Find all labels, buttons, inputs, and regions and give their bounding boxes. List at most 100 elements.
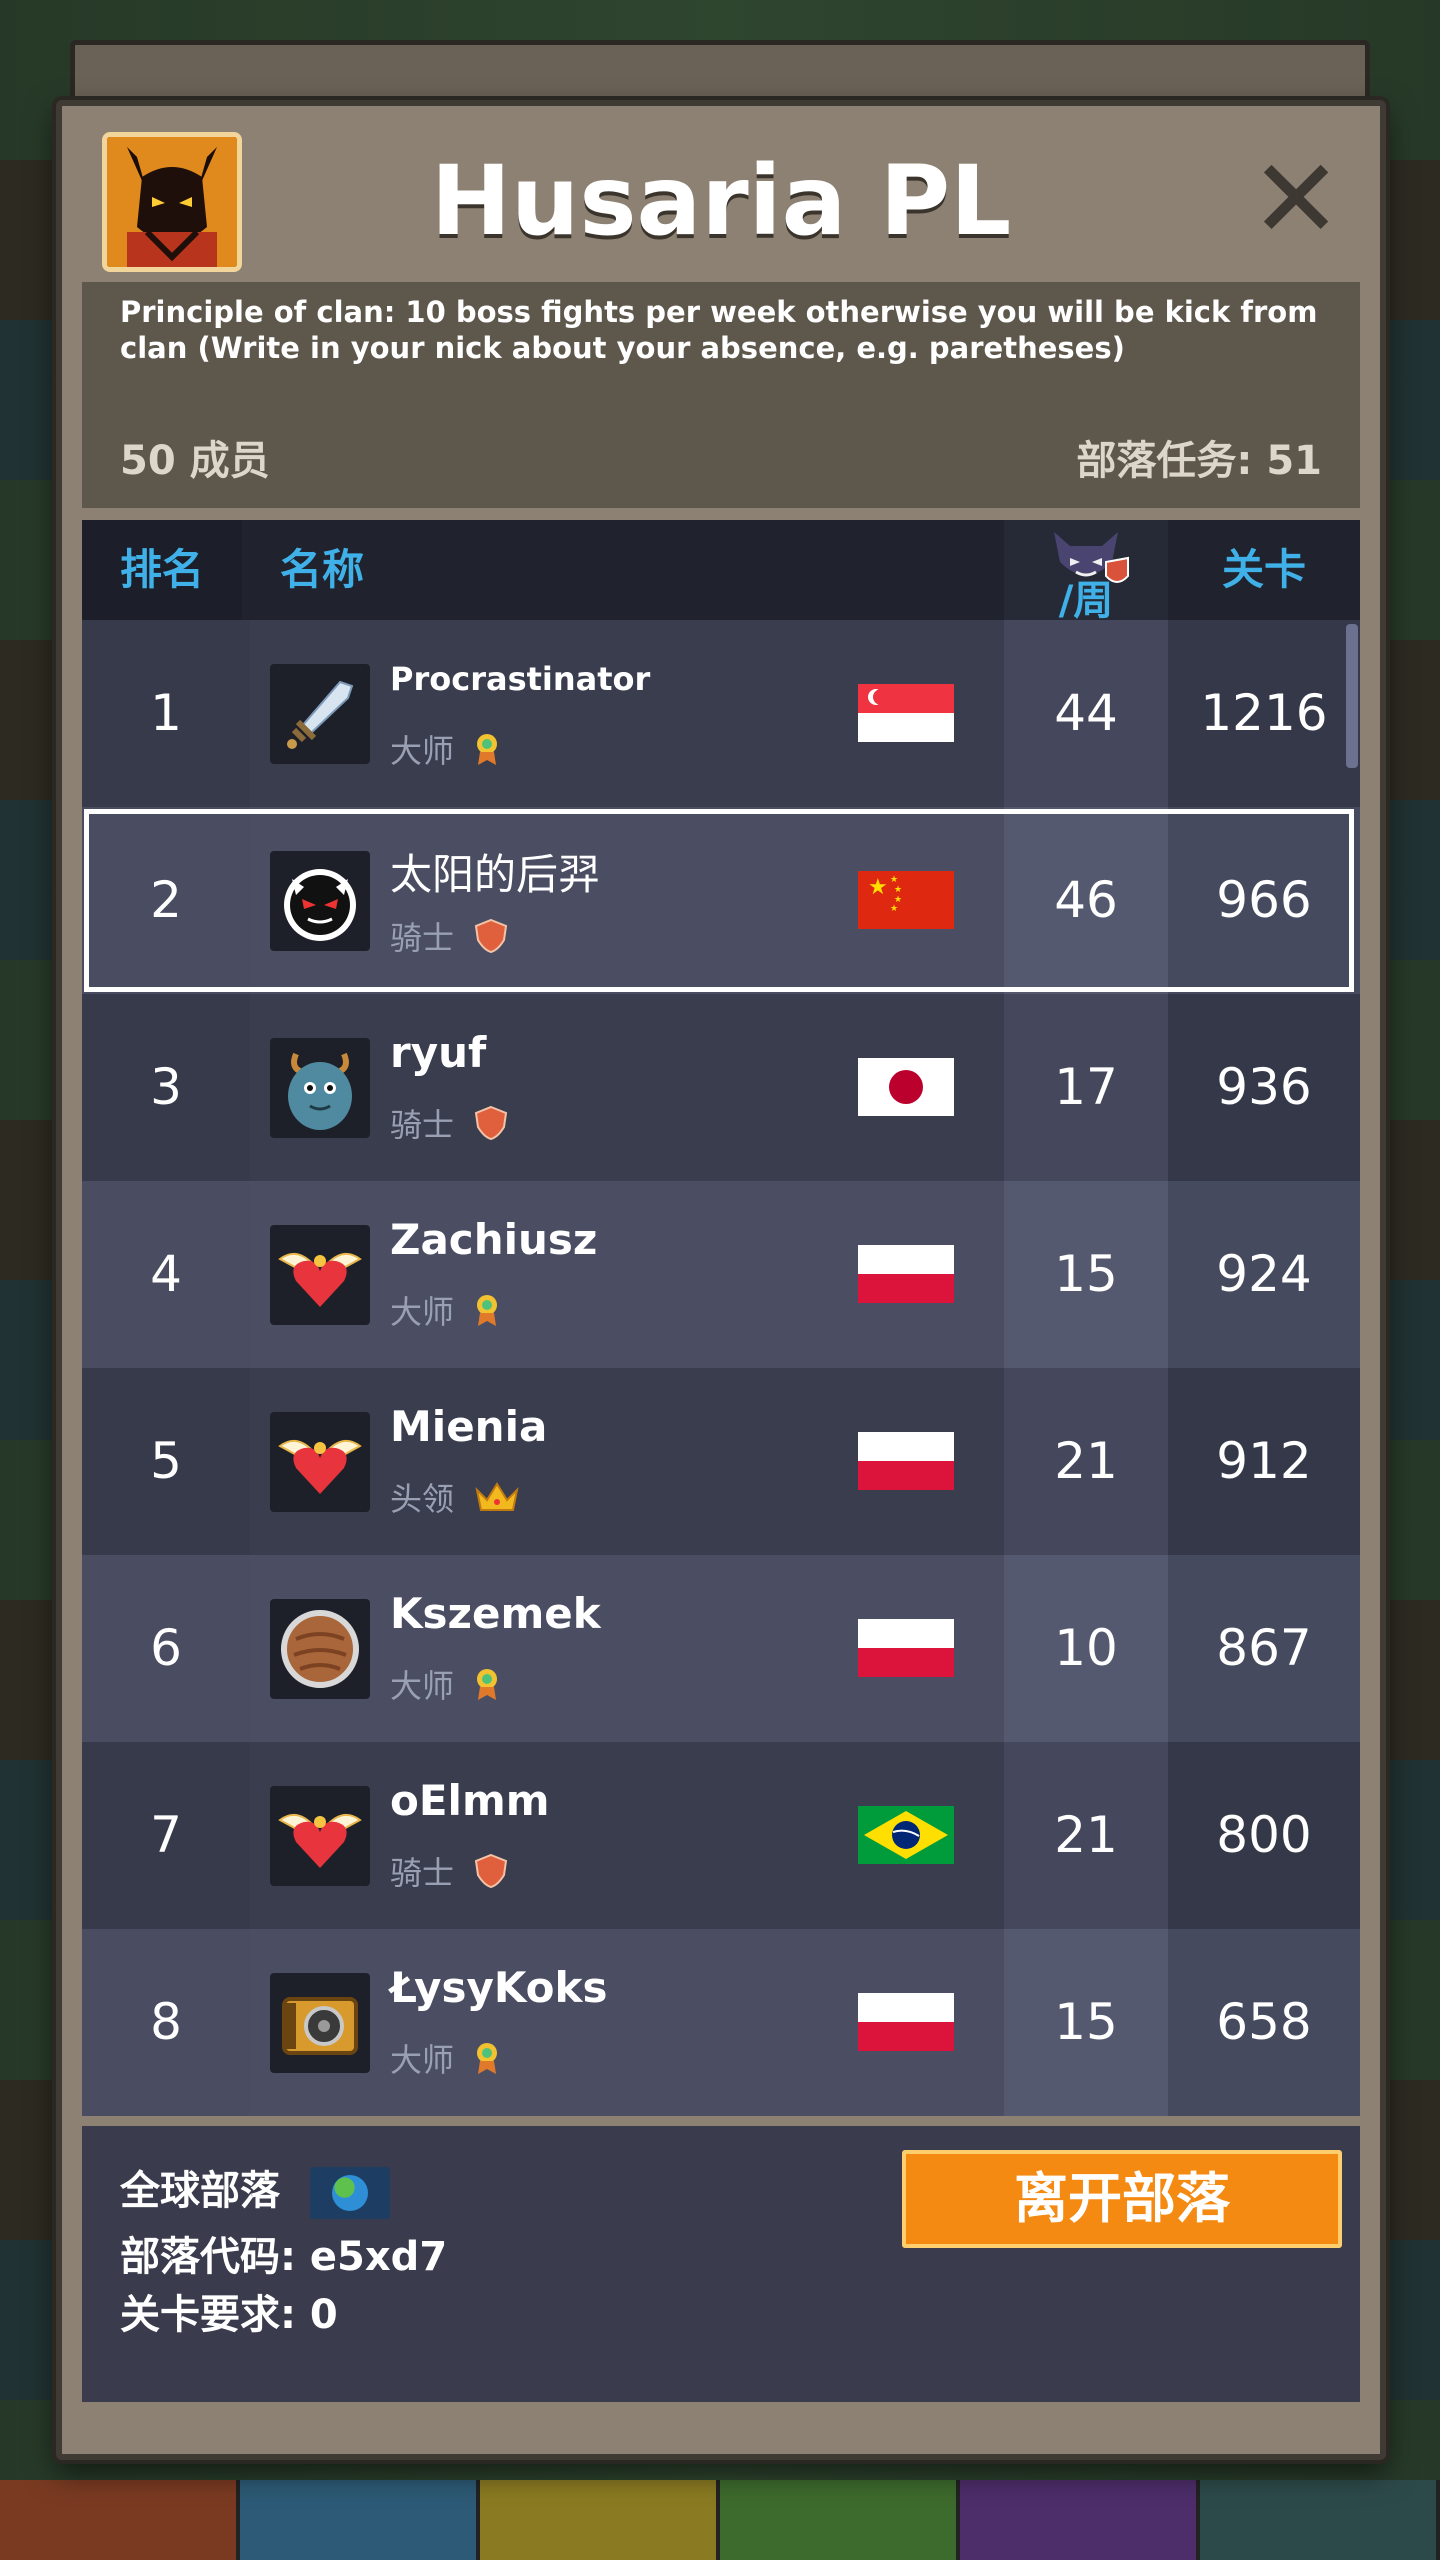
devil-face-avatar-icon: [270, 851, 370, 951]
clan-description: Principle of clan: 10 boss fights per we…: [120, 295, 1318, 365]
level-value: 924: [1216, 1245, 1312, 1303]
winged-heart-avatar-icon: [270, 1412, 370, 1512]
weekly-boss-count: 17: [1054, 1058, 1118, 1116]
header-weekly-boss[interactable]: /周: [1004, 520, 1168, 624]
rank-number: 7: [150, 1806, 182, 1864]
table-row[interactable]: 4 Zachiusz 大师 15 924: [82, 1181, 1360, 1368]
player-name: Procrastinator: [390, 660, 651, 698]
role-label: 骑士: [390, 919, 455, 957]
player-role: 大师: [390, 1287, 500, 1335]
shield-icon: [474, 1853, 508, 1897]
header-name[interactable]: 名称: [242, 520, 984, 620]
role-label: 大师: [390, 1293, 455, 1331]
bottom-tab-3[interactable]: [480, 2480, 720, 2560]
table-row[interactable]: 1 Procrastinator 大师 44 1216: [82, 620, 1360, 807]
leave-clan-button[interactable]: 离开部落: [902, 2150, 1342, 2248]
player-role: 大师: [390, 726, 500, 774]
china-flag-icon: ★ ★ ★ ★ ★: [858, 871, 954, 929]
round-shield-avatar-icon: [270, 1599, 370, 1699]
demon-emblem-icon: [107, 137, 237, 267]
rank-number: 4: [150, 1245, 182, 1303]
player-name: oElmm: [390, 1776, 550, 1825]
player-name: Mienia: [390, 1402, 548, 1451]
level-value: 912: [1216, 1432, 1312, 1490]
table-row-selected[interactable]: 2 太阳的后羿 骑士 ★ ★ ★ ★ ★ 46 966: [82, 807, 1360, 994]
level-value: 936: [1216, 1058, 1312, 1116]
singapore-flag-icon: [858, 684, 954, 742]
role-label: 大师: [390, 732, 455, 770]
header-week-label: /周: [1058, 578, 1114, 624]
rank-number: 3: [150, 1058, 182, 1116]
player-name: ŁysyKoks: [390, 1963, 608, 2012]
global-clan-label: 全球部落: [120, 2168, 280, 2214]
role-label: 大师: [390, 1667, 455, 1705]
bottom-tab-5[interactable]: [960, 2480, 1200, 2560]
treasure-chest-avatar-icon: [270, 1973, 370, 2073]
weekly-boss-count: 46: [1054, 871, 1118, 929]
clan-footer: 全球部落 部落代码: e5xd7 关卡要求: 0 离开部落: [82, 2126, 1360, 2402]
player-role: 头领: [390, 1474, 520, 1522]
player-role: 骑士: [390, 1100, 508, 1149]
header-rank[interactable]: 排名: [82, 520, 242, 620]
poland-flag-icon: [858, 1619, 954, 1677]
bottom-tab-2[interactable]: [240, 2480, 480, 2560]
player-name: 太阳的后羿: [390, 850, 601, 899]
level-value: 800: [1216, 1806, 1312, 1864]
bottom-tab-6[interactable]: [1200, 2480, 1440, 2560]
global-clan-row: 全球部落: [120, 2158, 390, 2219]
player-role: 大师: [390, 1661, 500, 1709]
level-value: 867: [1216, 1619, 1312, 1677]
winged-heart-avatar-icon: [270, 1225, 370, 1325]
level-value: 966: [1216, 871, 1312, 929]
role-label: 头领: [390, 1480, 455, 1518]
rank-number: 2: [150, 871, 182, 929]
globe-icon: [309, 2167, 390, 2219]
scrollbar[interactable]: [1346, 624, 1358, 768]
shield-icon: [474, 918, 508, 962]
medal-icon: [474, 732, 500, 774]
brazil-flag-icon: [858, 1806, 954, 1864]
role-label: 骑士: [390, 1106, 455, 1144]
player-role: 大师: [390, 2035, 500, 2083]
crown-icon: [474, 1480, 520, 1522]
winged-heart-avatar-icon: [270, 1786, 370, 1886]
player-role: 骑士: [390, 1848, 508, 1897]
medal-icon: [474, 1293, 500, 1335]
rank-number: 1: [150, 684, 182, 742]
blue-monster-avatar-icon: [270, 1038, 370, 1138]
shield-icon: [474, 1105, 508, 1149]
table-row[interactable]: 6 Kszemek 大师 10 867: [82, 1555, 1360, 1742]
player-role: 骑士: [390, 913, 508, 962]
role-label: 大师: [390, 2041, 455, 2079]
weekly-boss-count: 15: [1054, 1245, 1118, 1303]
member-count: 50 成员: [120, 438, 270, 484]
bottom-tab-4[interactable]: [720, 2480, 960, 2560]
rank-number: 5: [150, 1432, 182, 1490]
level-requirement: 关卡要求: 0: [120, 2292, 338, 2338]
weekly-boss-count: 21: [1054, 1432, 1118, 1490]
table-row[interactable]: 3 ryuf 骑士 17 936: [82, 994, 1360, 1181]
close-icon[interactable]: ✕: [1250, 144, 1342, 254]
weekly-boss-count: 21: [1054, 1806, 1118, 1864]
weekly-boss-count: 44: [1054, 684, 1118, 742]
clan-code: 部落代码: e5xd7: [120, 2234, 448, 2280]
table-row[interactable]: 7 oElmm 骑士 21 800: [82, 1742, 1360, 1929]
clan-description-box: Principle of clan: 10 boss fights per we…: [82, 282, 1360, 508]
clan-tasks-count: 部落任务: 51: [1076, 438, 1322, 484]
medal-icon: [474, 2041, 500, 2083]
weekly-boss-count: 15: [1054, 1993, 1118, 2051]
clan-emblem: [102, 132, 242, 272]
table-row[interactable]: 8 ŁysyKoks 大师 15 658: [82, 1929, 1360, 2116]
header-level[interactable]: 关卡: [1168, 520, 1360, 620]
clan-info-dialog: Husaria PL ✕ Principle of clan: 10 boss …: [56, 100, 1386, 2460]
player-name: ryuf: [390, 1028, 487, 1077]
bottom-tab-1[interactable]: [0, 2480, 240, 2560]
poland-flag-icon: [858, 1245, 954, 1303]
member-table: 排名 名称 /周 关卡 1 Procrastinator 大师 44 1216 …: [82, 520, 1360, 2116]
japan-flag-icon: [858, 1058, 954, 1116]
table-row[interactable]: 5 Mienia 头领 21 912: [82, 1368, 1360, 1555]
clan-name-title: Husaria PL: [430, 145, 1012, 257]
bottom-tab-bar: [0, 2480, 1440, 2560]
table-header: 排名 名称 /周 关卡: [82, 520, 1360, 624]
level-value: 658: [1216, 1993, 1312, 2051]
